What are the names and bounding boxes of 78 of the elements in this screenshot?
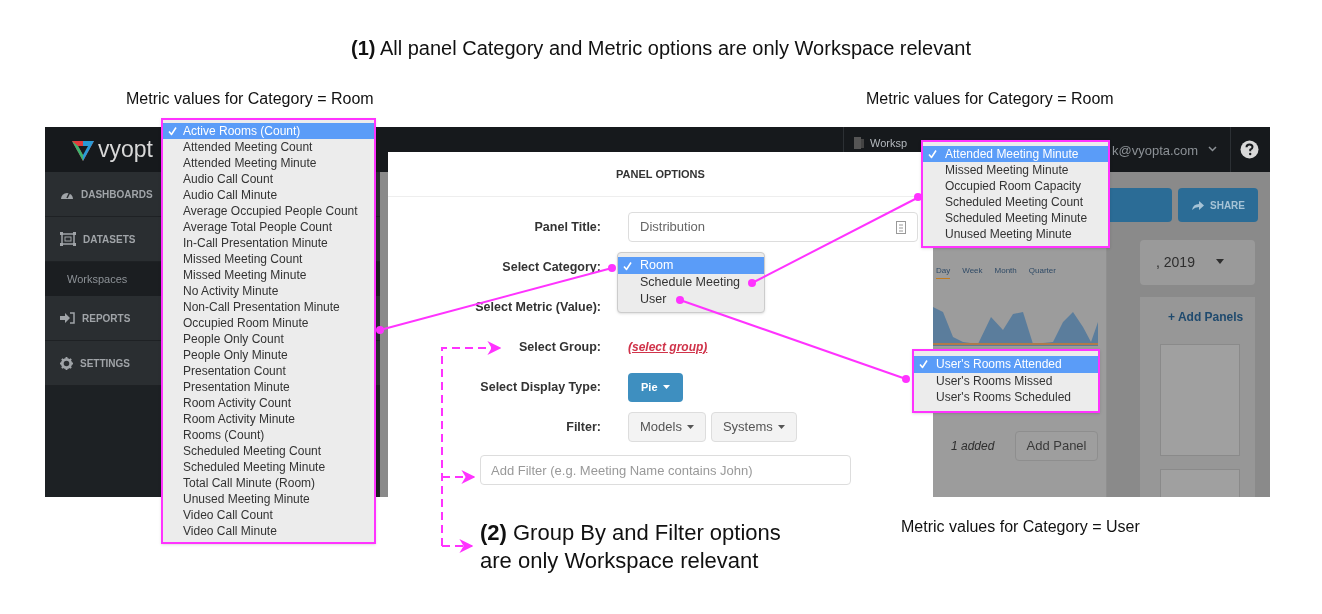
share-arrow-icon — [1191, 199, 1205, 211]
dropdown-option[interactable]: People Only Minute — [163, 347, 374, 363]
check-icon — [623, 261, 632, 270]
add-panel-button[interactable]: Add Panel — [1015, 431, 1098, 461]
workspace-selector[interactable]: Worksp — [870, 136, 908, 150]
dropdown-option[interactable]: Attended Meeting Count — [163, 139, 374, 155]
dropdown-option[interactable]: Room Activity Count — [163, 395, 374, 411]
dropdown-option[interactable]: Scheduled Meeting Minute — [923, 210, 1108, 226]
caret-icon — [686, 425, 694, 429]
dialog-title: PANEL OPTIONS — [616, 166, 705, 182]
headline: (1) All panel Category and Metric options are only Workspace relevant — [350, 36, 972, 61]
dropdown-option[interactable]: Unused Meeting Minute — [923, 226, 1108, 242]
dropdown-option[interactable]: Schedule Meeting — [618, 274, 764, 291]
caret-icon — [777, 425, 785, 429]
dropdown-option[interactable]: Non-Call Presentation Minute — [163, 299, 374, 315]
check-icon — [928, 149, 937, 159]
dropdown-option[interactable]: Total Call Minute (Room) — [163, 475, 374, 491]
dropdown-option[interactable]: Scheduled Meeting Count — [163, 443, 374, 459]
display-type-button[interactable]: Pie — [628, 372, 683, 402]
dataset-icon — [60, 232, 76, 246]
dropdown-option[interactable]: Audio Call Minute — [163, 187, 374, 203]
dropdown-option[interactable]: User — [618, 291, 764, 308]
field-label: Select Group: — [518, 338, 601, 356]
dropdown-option[interactable]: Presentation Minute — [163, 379, 374, 395]
dropdown-option[interactable]: Unused Meeting Minute — [163, 491, 374, 507]
field-label: Select Category: — [501, 258, 601, 276]
caret-icon — [1216, 259, 1224, 264]
filter-dropdown-button[interactable]: Models — [628, 412, 706, 442]
dropdown-option[interactable]: Occupied Room Minute — [163, 315, 374, 331]
dropdown-option[interactable]: No Activity Minute — [163, 283, 374, 299]
dropdown-option[interactable]: Rooms (Count) — [163, 427, 374, 443]
dropdown-option[interactable]: Average Total People Count — [163, 219, 374, 235]
dropdown-option[interactable]: User's Rooms Scheduled — [914, 389, 1098, 406]
caption: Metric values for Category = User — [901, 517, 1140, 537]
field-label: Panel Title: — [533, 218, 601, 236]
help-icon[interactable] — [1240, 140, 1259, 159]
date-range-selector[interactable]: , 2019 — [1156, 252, 1195, 273]
dropdown-option[interactable]: Missed Meeting Minute — [163, 267, 374, 283]
chart-tab[interactable]: Day — [936, 265, 951, 279]
dropdown-option[interactable]: Average Occupied People Count — [163, 203, 374, 219]
check-icon — [168, 126, 177, 136]
dropdown-option[interactable]: Video Call Minute — [163, 523, 374, 539]
chart-tab[interactable]: Week — [962, 265, 983, 279]
dropdown-option[interactable]: Missed Meeting Count — [163, 251, 374, 267]
caret-icon — [662, 385, 670, 389]
dropdown-option[interactable]: Occupied Room Capacity — [923, 178, 1108, 194]
user-menu[interactable]: k@vyopta.com — [1112, 141, 1199, 161]
dropdown-option[interactable]: People Only Count — [163, 331, 374, 347]
panel-title-field[interactable]: Distribution — [628, 212, 918, 242]
added-count: 1 added — [951, 438, 995, 455]
settings-icon — [60, 356, 73, 370]
field-icon — [896, 220, 906, 234]
caption: Metric values for Category = Room — [126, 89, 374, 109]
dropdown-option[interactable]: Missed Meeting Minute — [923, 162, 1108, 178]
dropdown-option[interactable]: Scheduled Meeting Minute — [163, 459, 374, 475]
dropdown-option[interactable]: Room Activity Minute — [163, 411, 374, 427]
filter-input-field[interactable]: Add Filter (e.g. Meeting Name contains John) — [480, 455, 851, 485]
dropdown-option[interactable]: Presentation Count — [163, 363, 374, 379]
dropdown-option[interactable]: User's Rooms Missed — [914, 372, 1098, 389]
sign-in-icon — [60, 312, 75, 324]
dropdown-option[interactable]: In-Call Presentation Minute — [163, 235, 374, 251]
check-icon — [919, 359, 928, 369]
field-label: Filter: — [565, 418, 601, 436]
logo-text: vyopt — [98, 138, 153, 161]
chart-tab[interactable]: Month — [994, 265, 1017, 279]
workspace-icon — [853, 136, 865, 150]
dropdown-option[interactable]: Audio Call Count — [163, 171, 374, 187]
chart-tab[interactable]: Quarter — [1028, 265, 1056, 279]
dropdown-option[interactable]: Video Call Count — [163, 507, 374, 523]
field-label: Select Metric (Value): — [474, 298, 601, 316]
caption: Metric values for Category = Room — [866, 89, 1114, 109]
field-label: Select Display Type: — [479, 378, 601, 396]
dropdown-option[interactable]: Scheduled Meeting Count — [923, 194, 1108, 210]
select-group-link[interactable]: (select group) — [628, 338, 708, 356]
filter-dropdown-button[interactable]: Systems — [710, 412, 797, 442]
dropdown-option[interactable]: Attended Meeting Minute — [163, 155, 374, 171]
chevron-down-icon — [1208, 146, 1217, 152]
note-text: (2) Group By and Filter options are only Workspace relevant — [480, 519, 781, 575]
